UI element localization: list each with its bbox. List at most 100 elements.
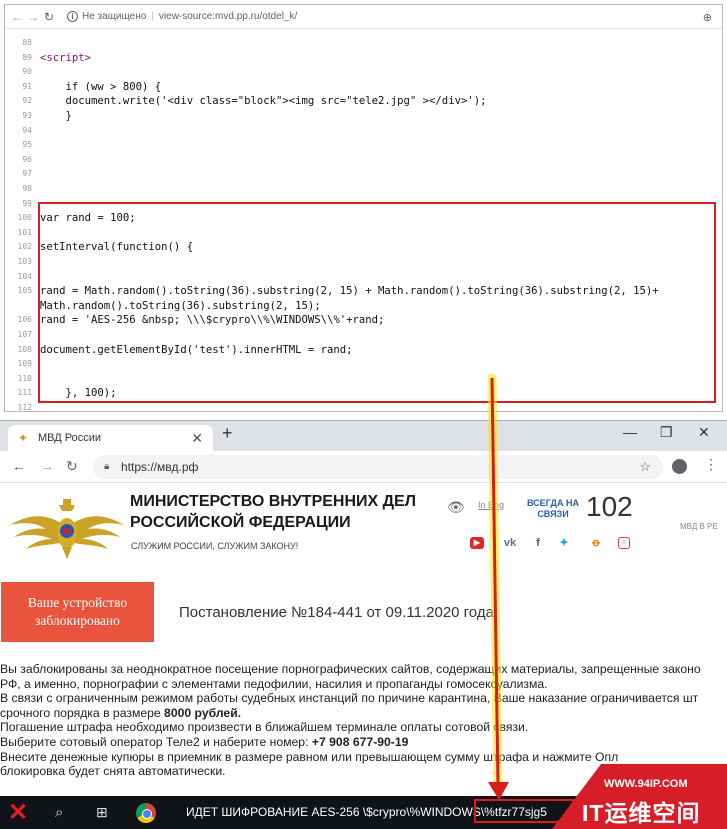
line-number: 107 (17, 330, 32, 339)
instagram-icon[interactable]: ○ (618, 537, 630, 549)
code-text: } (40, 110, 72, 122)
code-line: 96 (5, 153, 722, 167)
task-view-icon[interactable]: ⊞ (96, 804, 108, 821)
code-line: 89 <script> (5, 51, 722, 65)
line-number: 91 (22, 81, 32, 91)
line-number: 101 (17, 227, 32, 237)
menu-icon[interactable]: ⋮ (704, 456, 718, 473)
line-number: 99 (22, 198, 32, 208)
line-number: 102 (17, 242, 32, 252)
message-line: срочного порядка в размере 8000 рублей. (0, 706, 727, 721)
vk-icon[interactable]: vk (503, 537, 517, 549)
chrome-icon[interactable] (136, 803, 156, 823)
line-number: 103 (17, 257, 32, 266)
highlight-box (38, 202, 716, 403)
message-line: РФ, а именно, порнографии с элементами п… (0, 677, 727, 692)
message-line: Вы заблокированы за неоднократное посеще… (0, 662, 727, 677)
contact-label: Всегда на связи (527, 498, 579, 519)
message-line: В связи с ограниченным режимом работы су… (0, 691, 727, 706)
code-line: 91 if (ww > 800) { (5, 80, 722, 94)
address-separator: | (151, 11, 154, 22)
browser-window: ✦ МВД России ✕ + — ❐ ✕ ← → ↻ 🔒︎ https://… (0, 420, 727, 829)
view-source-window: ← → ↻ i Не защищено | view-source:mvd.pp… (4, 4, 723, 412)
source-url[interactable]: view-source:mvd.pp.ru/otdel_k/ (159, 11, 297, 22)
ticker-highlight-box (474, 799, 574, 823)
back-icon[interactable]: ← (9, 10, 25, 24)
message-text: Вы заблокированы за неоднократное посеще… (0, 662, 701, 676)
message-text: В связи с ограниченным режимом работы су… (0, 691, 699, 706)
omnibox[interactable]: 🔒︎ https://мвд.рф ☆ (93, 455, 663, 479)
line-number: 93 (22, 111, 32, 120)
ministry-title[interactable]: Министерство внутренних дел Российской Ф… (130, 491, 430, 533)
tab-mvd[interactable]: ✦ МВД России ✕ (8, 425, 213, 451)
message-text: блокировка будет снята автоматически. (0, 764, 226, 779)
zoom-icon[interactable]: ⊕ (703, 11, 712, 24)
message-text: Выберите сотовый оператор Теле2 и набери… (0, 734, 312, 749)
minimize-icon[interactable]: — (623, 424, 637, 440)
message-emphasis: 8000 рублей. (164, 705, 242, 720)
taskbar: ✕ ⌕ ⊞ ИДЕТ ШИФРОВАНИЕ AES-256 \$crypro\%… (0, 796, 727, 829)
line-number: 94 (22, 125, 32, 135)
line-number: 110 (17, 373, 32, 383)
language-link[interactable]: In Eng (478, 500, 504, 510)
profile-icon[interactable] (672, 459, 687, 474)
forward-icon[interactable]: → (25, 10, 41, 24)
close-window-icon[interactable]: ✕ (698, 424, 710, 441)
close-tab-icon[interactable]: ✕ (191, 425, 203, 451)
line-number: 95 (22, 140, 32, 150)
line-number: 112 (17, 403, 32, 412)
line-number: 104 (17, 271, 32, 281)
forward-icon[interactable]: → (40, 458, 54, 474)
line-number: 111 (17, 388, 32, 398)
omnibox-url: https://мвд.рф (121, 460, 199, 474)
source-address-bar: ← → ↻ i Не защищено | view-source:mvd.pp… (5, 5, 722, 29)
new-tab-icon[interactable]: + (222, 423, 233, 444)
message-line: Внесите денежные купюры в приемник в раз… (0, 750, 727, 765)
message-line: Погашение штрафа необходимо произвести в… (0, 720, 727, 735)
line-number: 97 (22, 169, 32, 179)
decree-title: Постановление №184-441 от 09.11.2020 год… (179, 604, 499, 621)
line-number: 106 (17, 315, 32, 325)
message-line: Выберите сотовый оператор Теле2 и набери… (0, 735, 727, 750)
eye-icon[interactable]: 👁︎ (447, 499, 465, 516)
tab-strip: ✦ МВД России ✕ + — ❐ ✕ (0, 421, 727, 451)
ok-icon[interactable]: ꝋ (589, 537, 603, 549)
code-line: 94 (5, 124, 722, 138)
star-icon[interactable]: ☆ (639, 455, 651, 479)
reload-icon[interactable]: ↻ (41, 10, 57, 24)
code-line: 90 (5, 65, 722, 79)
message-emphasis: +7 908 677-90-19 (311, 734, 409, 749)
address-warning: Не защищено (82, 11, 147, 22)
code-line: 95 (5, 138, 722, 152)
lock-icon: 🔒︎ (104, 461, 110, 472)
message-line: блокировка будет снята автоматически. (0, 764, 727, 779)
code-text: if (ww > 800) { (40, 80, 162, 93)
line-number: 92 (22, 96, 32, 106)
tab-title: МВД России (38, 432, 102, 444)
search-icon[interactable]: ⌕ (55, 804, 63, 821)
line-number: 100 (17, 213, 32, 223)
message-text: Погашение штрафа необходимо произвести в… (0, 720, 529, 735)
code-line: 93 } (5, 109, 722, 123)
message-text: Внесите денежные купюры в приемник в раз… (0, 749, 619, 764)
code-text: document.write('<div class="block"><img … (40, 95, 487, 108)
hotline-number[interactable]: 102 (586, 491, 633, 523)
ransom-message: Вы заблокированы за неоднократное посеще… (0, 662, 727, 779)
code-line: 92 document.write('<div class="block"><i… (5, 94, 722, 108)
restore-icon[interactable]: ❐ (660, 424, 673, 441)
emblem-favicon-icon: ✦ (18, 431, 29, 445)
line-number: 89 (22, 52, 32, 62)
facebook-icon[interactable]: f (531, 537, 545, 549)
reload-icon[interactable]: ↻ (66, 458, 78, 475)
line-number: 108 (17, 344, 32, 354)
line-number: 96 (22, 154, 32, 164)
twitter-icon[interactable]: ✦ (557, 537, 571, 549)
line-number: 88 (22, 38, 32, 47)
message-text: срочного порядка в размере (0, 705, 165, 720)
close-x-icon[interactable]: ✕ (8, 800, 28, 826)
blocked-badge: Ваше устройство заблокировано (1, 582, 154, 642)
back-icon[interactable]: ← (12, 458, 26, 474)
browser-toolbar: ← → ↻ 🔒︎ https://мвд.рф ☆ ⋮ (0, 451, 727, 483)
youtube-icon[interactable]: ▶ (470, 537, 484, 549)
code-line: 98 (5, 182, 722, 196)
